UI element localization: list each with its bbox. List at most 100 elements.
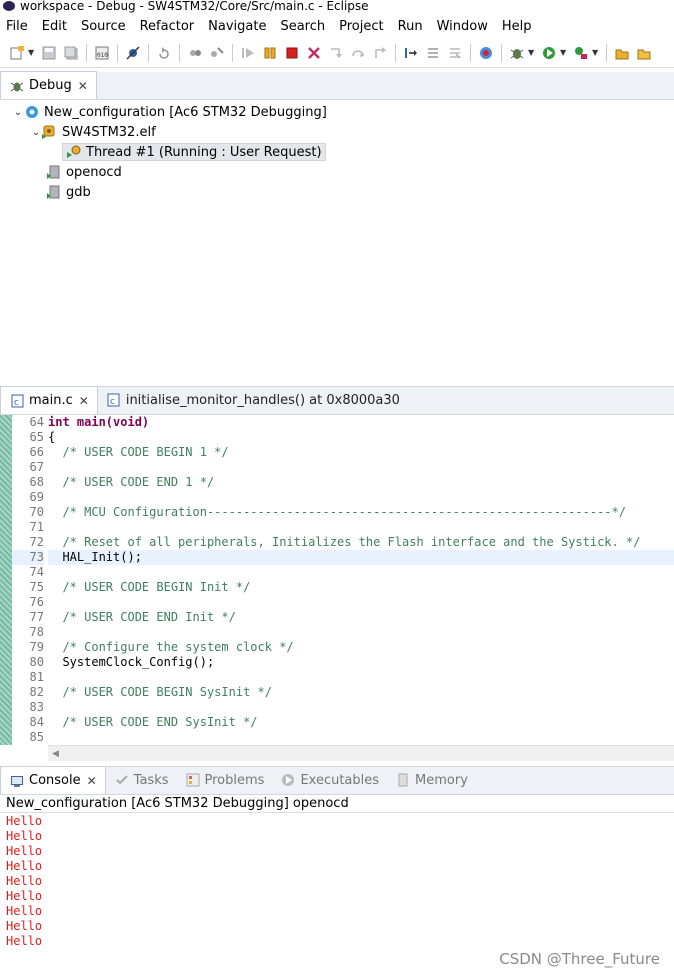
step-into-icon[interactable] <box>327 45 345 61</box>
code-editor[interactable]: 64 65 66 67 68 69 70 71 72 73 74 75 76 77 78 79 80 81 82 83… <box>0 415 674 745</box>
console-output[interactable]: Hello Hello Hello Hello Hello Hello Hello Hello… <box>0 813 674 949</box>
suspend-icon[interactable] <box>261 45 279 61</box>
horizontal-scrollbar[interactable]: ◀ <box>48 745 674 761</box>
restart-icon[interactable] <box>155 45 173 61</box>
disconnect-debug-icon[interactable] <box>305 45 323 61</box>
tree-item-gdb[interactable]: gdb <box>0 182 674 202</box>
step-over-icon[interactable] <box>349 45 367 61</box>
code-line[interactable]: int main(void) <box>48 415 674 430</box>
disconnect-icon[interactable] <box>208 45 226 61</box>
tree-item-openocd[interactable]: openocd <box>0 162 674 182</box>
menu-run[interactable]: Run <box>398 19 423 34</box>
line-number: 83 <box>29 700 44 714</box>
tree-item-launch[interactable]: ⌄ New_configuration [Ac6 STM32 Debugging… <box>0 102 674 122</box>
menu-file[interactable]: File <box>6 19 28 34</box>
menu-source[interactable]: Source <box>81 19 126 34</box>
svg-text:c: c <box>110 397 115 407</box>
code-line[interactable]: HAL_Init(); <box>48 550 674 565</box>
connect-icon[interactable] <box>186 45 204 61</box>
tab-executables[interactable]: Executables <box>272 766 387 794</box>
line-number: 66 <box>29 445 44 459</box>
menu-search[interactable]: Search <box>280 19 325 34</box>
resume-icon[interactable] <box>239 45 257 61</box>
chevron-down-icon[interactable]: ▼ <box>592 48 600 57</box>
step-return-icon[interactable] <box>371 45 389 61</box>
menu-navigate[interactable]: Navigate <box>208 19 266 34</box>
menu-edit[interactable]: Edit <box>42 19 67 34</box>
debug-launch-icon <box>24 104 40 120</box>
close-icon[interactable]: ✕ <box>79 394 89 408</box>
drop-frame-icon[interactable] <box>446 45 464 61</box>
menu-project[interactable]: Project <box>339 19 383 34</box>
code-line[interactable]: /* USER CODE BEGIN SysInit */ <box>48 685 674 700</box>
code-line[interactable] <box>48 595 674 610</box>
tab-memory[interactable]: Memory <box>387 766 476 794</box>
tree-item-label: Thread #1 (Running : User Request) <box>86 144 322 160</box>
selected-thread[interactable]: Thread #1 (Running : User Request) <box>62 143 326 161</box>
console-line: Hello <box>6 874 43 888</box>
menu-help[interactable]: Help <box>502 19 532 34</box>
new-icon[interactable] <box>8 45 26 61</box>
code-line[interactable] <box>48 670 674 685</box>
tree-item-thread[interactable]: Thread #1 (Running : User Request) <box>0 142 674 162</box>
menu-window[interactable]: Window <box>437 19 488 34</box>
list-icon[interactable] <box>424 45 442 61</box>
code-line[interactable]: /* MCU Configuration--------------------… <box>48 505 674 520</box>
run-icon[interactable] <box>540 45 558 61</box>
external-tools-icon[interactable] <box>572 45 590 61</box>
debug-bug-icon[interactable] <box>508 45 526 61</box>
tab-disassembly[interactable]: c initialise_monitor_handles() at 0x8000… <box>98 386 408 414</box>
chevron-down-icon[interactable]: ⌄ <box>12 107 24 118</box>
debug-tree: ⌄ New_configuration [Ac6 STM32 Debugging… <box>0 100 674 202</box>
code-line[interactable]: /* USER CODE END SysInit */ <box>48 715 674 730</box>
line-number: 76 <box>29 595 44 609</box>
tab-tasks[interactable]: Tasks <box>106 766 177 794</box>
open-folder-icon[interactable] <box>613 45 631 61</box>
tab-problems[interactable]: Problems <box>177 766 273 794</box>
code-line[interactable]: /* USER CODE BEGIN 1 */ <box>48 445 674 460</box>
tab-label: Problems <box>204 772 265 788</box>
close-icon[interactable]: ✕ <box>78 79 88 93</box>
code-line[interactable] <box>48 490 674 505</box>
code-line[interactable] <box>48 565 674 580</box>
code-line[interactable]: { <box>48 430 674 445</box>
chevron-down-icon[interactable]: ▼ <box>28 48 36 57</box>
tree-item-label: gdb <box>66 184 91 200</box>
debug-gutter[interactable] <box>0 415 12 745</box>
terminate-icon[interactable] <box>283 45 301 61</box>
code-line[interactable]: /* Reset of all peripherals, Initializes… <box>48 535 674 550</box>
tab-debug[interactable]: Debug ✕ <box>0 71 97 99</box>
code-line[interactable] <box>48 520 674 535</box>
chevron-down-icon[interactable]: ▼ <box>560 48 568 57</box>
instruction-stepping-icon[interactable] <box>402 45 420 61</box>
skip-breakpoints-icon[interactable] <box>124 45 142 61</box>
debug-view-tabbar: Debug ✕ <box>0 71 674 100</box>
line-number: 79 <box>29 640 44 654</box>
code-line[interactable]: SystemClock_Config(); <box>48 655 674 670</box>
code-line[interactable] <box>48 700 674 715</box>
editor-tabbar: c main.c ✕ c initialise_monitor_handles(… <box>0 386 674 415</box>
binary-icon[interactable]: 010 <box>93 45 111 61</box>
save-icon[interactable] <box>40 45 58 61</box>
code-line[interactable] <box>48 625 674 640</box>
menu-refactor[interactable]: Refactor <box>140 19 195 34</box>
line-number: 72 <box>29 535 44 549</box>
chevron-down-icon[interactable]: ⌄ <box>30 127 42 138</box>
open-file-icon[interactable] <box>635 45 653 61</box>
code-line[interactable]: /* USER CODE END 1 */ <box>48 475 674 490</box>
tree-item-elf[interactable]: ⌄ SW4STM32.elf <box>0 122 674 142</box>
tab-console[interactable]: Console ✕ <box>0 766 106 794</box>
code-line[interactable]: /* Configure the system clock */ <box>48 640 674 655</box>
code-text[interactable]: int main(void){ /* USER CODE BEGIN 1 */ … <box>48 415 674 745</box>
save-all-icon[interactable] <box>62 45 80 61</box>
line-number: 77 <box>29 610 44 624</box>
line-number: 84 <box>29 715 44 729</box>
chevron-down-icon[interactable]: ▼ <box>528 48 536 57</box>
code-line[interactable] <box>48 460 674 475</box>
code-line[interactable] <box>48 730 674 745</box>
code-line[interactable]: /* USER CODE BEGIN Init */ <box>48 580 674 595</box>
close-icon[interactable]: ✕ <box>87 774 97 788</box>
tab-main-c[interactable]: c main.c ✕ <box>0 386 98 414</box>
code-line[interactable]: /* USER CODE END Init */ <box>48 610 674 625</box>
globe-debug-icon[interactable] <box>477 45 495 61</box>
